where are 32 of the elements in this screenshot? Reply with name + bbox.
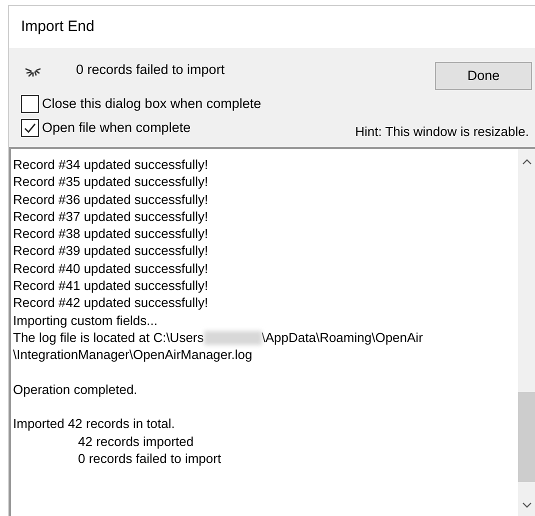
log-line: Record #40 updated successfully!: [13, 260, 210, 278]
scrollbar[interactable]: [518, 149, 535, 516]
log-line: Record #37 updated successfully!: [13, 208, 210, 226]
log-line: The log file is located at C:\Users: [13, 328, 204, 346]
window-title: Import End: [21, 16, 94, 37]
checkbox-label: Close this dialog box when complete: [42, 94, 262, 113]
log-line: Record #38 updated successfully!: [13, 225, 210, 242]
hint-text: Hint: This window is resizable.: [355, 122, 529, 140]
log-line: Record #34 updated successfully!: [13, 156, 210, 174]
log-line: 0 records failed to import: [78, 451, 222, 466]
scroll-down-icon[interactable]: [522, 502, 532, 508]
checkbox[interactable]: [21, 95, 39, 113]
blurred-redaction: [204, 330, 262, 345]
checkmark-icon: [23, 121, 37, 135]
log-line: \AppData\Roaming\OpenAir: [262, 328, 423, 346]
log-line: Record #41 updated successfully!: [13, 277, 210, 294]
log-line: Operation completed.: [13, 380, 138, 398]
scroll-up-icon[interactable]: [522, 159, 532, 165]
log-line: 42 records imported: [78, 434, 194, 449]
log-line: Record #42 updated successfully!: [13, 294, 210, 312]
done-button[interactable]: Done: [435, 62, 532, 90]
checkbox[interactable]: [21, 119, 39, 137]
checkbox-label: Open file when complete: [42, 118, 191, 137]
log-line: Record #35 updated successfully!: [13, 173, 210, 191]
log-line: Importing custom fields...: [13, 312, 158, 329]
log-line: Record #36 updated successfully!: [13, 190, 210, 208]
spinner-icon: [25, 66, 41, 78]
status-message: 0 records failed to import: [76, 61, 225, 79]
log-line: Record #39 updated successfully!: [13, 242, 210, 260]
log-line: \IntegrationManager\OpenAirManager.log: [13, 346, 254, 364]
log-line: Imported 42 records in total.: [13, 415, 176, 433]
scroll-thumb[interactable]: [518, 392, 535, 482]
